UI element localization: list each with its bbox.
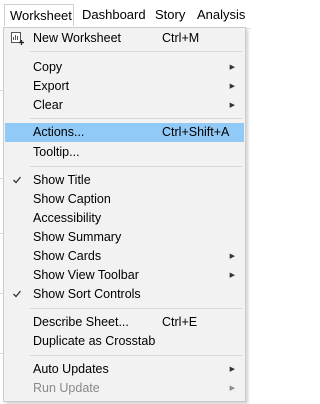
menubar-story[interactable]: Story	[150, 4, 190, 26]
menu-item-label: New Worksheet	[33, 31, 121, 45]
app-window: Worksheet Dashboard Story Analysis New W…	[0, 0, 251, 404]
menu-item-label: Clear	[33, 98, 63, 112]
menu-item-label: Export	[33, 79, 70, 93]
submenu-arrow-icon: ▶	[229, 385, 235, 392]
menu-separator	[30, 51, 242, 52]
menu-item-run-update: Run Update ▶	[5, 379, 244, 398]
menu-item-label: Describe Sheet...	[33, 315, 129, 329]
new-worksheet-icon	[11, 32, 24, 45]
menu-item-label: Auto Updates	[33, 362, 109, 376]
worksheet-dropdown-menu: New Worksheet Ctrl+M Copy ▶ Export ▶ Cle…	[3, 27, 246, 402]
menu-item-label: Run Update	[33, 381, 100, 395]
submenu-arrow-icon: ▶	[229, 366, 235, 373]
menu-item-label: Tooltip...	[33, 145, 80, 159]
menu-item-show-caption[interactable]: Show Caption	[5, 190, 244, 209]
submenu-arrow-icon: ▶	[229, 64, 235, 71]
submenu-arrow-icon: ▶	[229, 83, 235, 90]
menu-item-tooltip[interactable]: Tooltip...	[5, 143, 244, 162]
menu-item-label: Show Caption	[33, 192, 111, 206]
menubar-analysis[interactable]: Analysis	[192, 4, 250, 26]
menu-item-label: Show Summary	[33, 230, 122, 244]
menu-item-new-worksheet[interactable]: New Worksheet Ctrl+M	[5, 29, 244, 48]
menu-item-label: Show Title	[33, 173, 91, 187]
menu-item-show-title[interactable]: Show Title	[5, 171, 244, 190]
menu-item-shortcut: Ctrl+M	[162, 31, 200, 45]
menu-item-label: Actions...	[33, 125, 85, 139]
menu-item-export[interactable]: Export ▶	[5, 77, 244, 96]
menu-item-label: Duplicate as Crosstab	[33, 334, 156, 348]
checkmark-icon	[13, 290, 22, 298]
menubar-dashboard[interactable]: Dashboard	[77, 4, 151, 26]
menu-item-clear[interactable]: Clear ▶	[5, 96, 244, 115]
menu-bar: Worksheet Dashboard Story Analysis	[0, 0, 251, 29]
menu-item-actions[interactable]: Actions... Ctrl+Shift+A	[5, 123, 244, 142]
submenu-arrow-icon: ▶	[229, 102, 235, 109]
menu-item-copy[interactable]: Copy ▶	[5, 58, 244, 77]
menu-item-show-view-toolbar[interactable]: Show View Toolbar ▶	[5, 266, 244, 285]
submenu-arrow-icon: ▶	[229, 272, 235, 279]
menu-separator	[30, 166, 242, 167]
menu-item-shortcut: Ctrl+E	[162, 315, 198, 329]
menu-item-show-summary[interactable]: Show Summary	[5, 228, 244, 247]
menu-separator	[30, 355, 242, 356]
menu-item-label: Copy	[33, 60, 63, 74]
menubar-worksheet[interactable]: Worksheet	[4, 4, 74, 26]
checkmark-icon	[13, 176, 22, 184]
menu-item-label: Accessibility	[33, 211, 102, 225]
menu-item-label: Show Sort Controls	[33, 287, 141, 301]
menu-item-label: Show Cards	[33, 249, 102, 263]
menu-item-show-sort-controls[interactable]: Show Sort Controls	[5, 285, 244, 304]
submenu-arrow-icon: ▶	[229, 253, 235, 260]
menu-item-describe-sheet[interactable]: Describe Sheet... Ctrl+E	[5, 313, 244, 332]
menu-separator	[30, 118, 242, 119]
menu-item-duplicate-as-crosstab[interactable]: Duplicate as Crosstab	[5, 332, 244, 351]
menu-item-show-cards[interactable]: Show Cards ▶	[5, 247, 244, 266]
menu-item-auto-updates[interactable]: Auto Updates ▶	[5, 360, 244, 379]
menu-item-shortcut: Ctrl+Shift+A	[162, 125, 230, 139]
menu-item-accessibility[interactable]: Accessibility	[5, 209, 244, 228]
menu-separator	[30, 308, 242, 309]
menu-item-label: Show View Toolbar	[33, 268, 139, 282]
